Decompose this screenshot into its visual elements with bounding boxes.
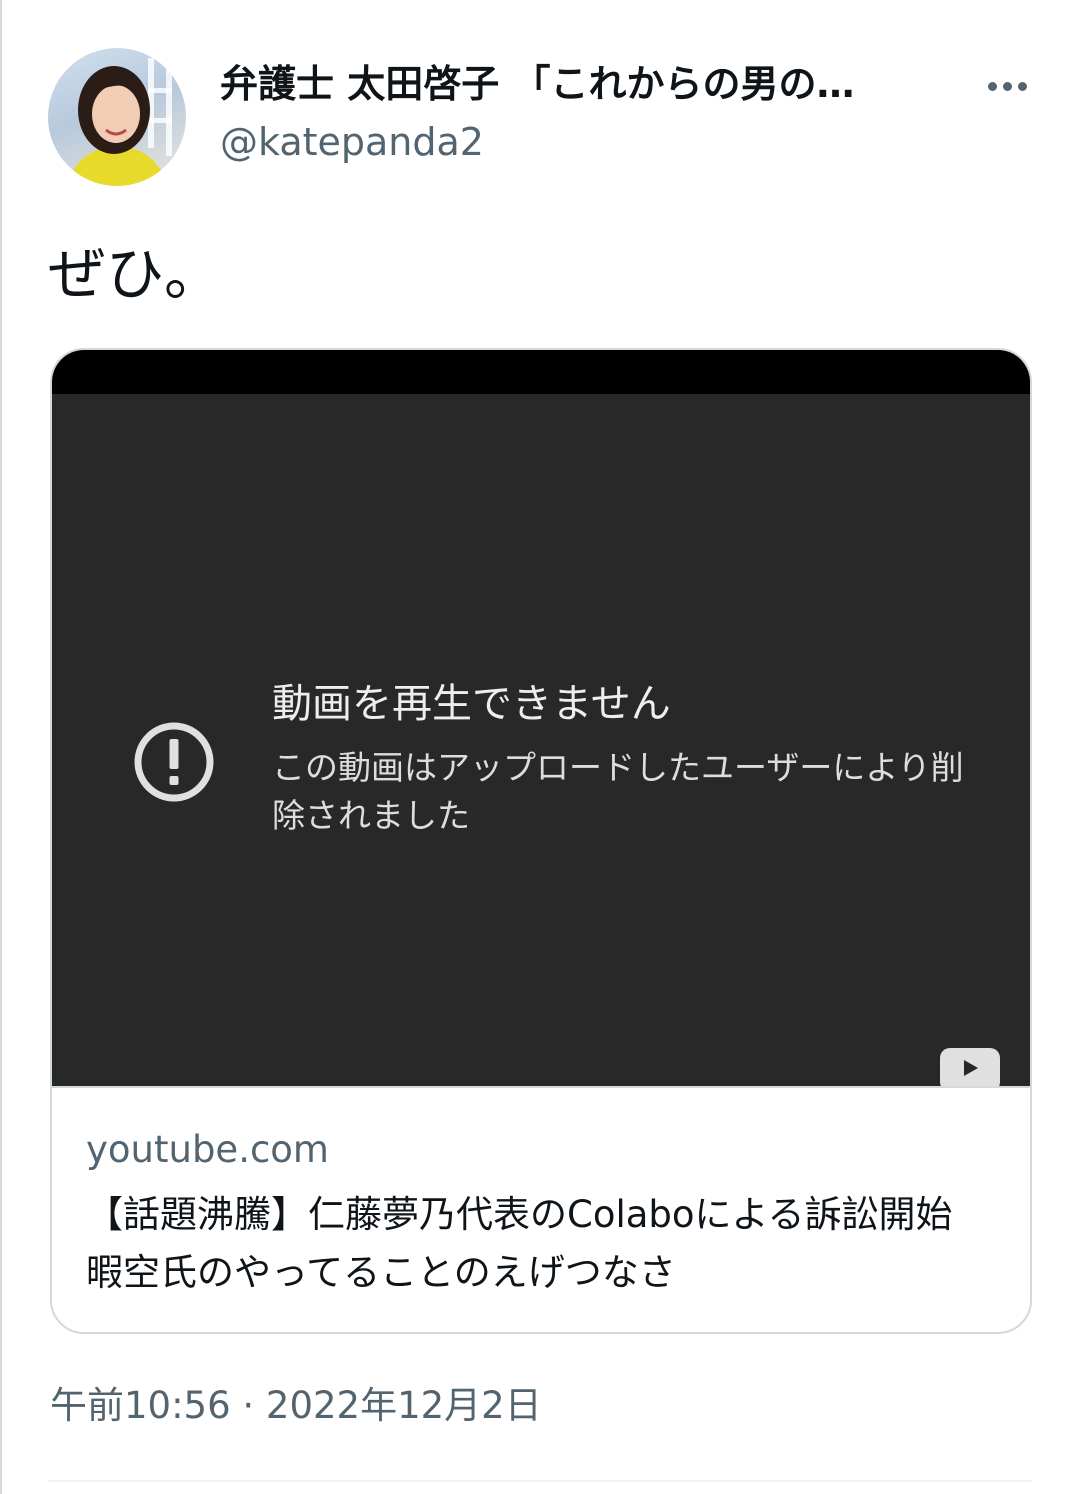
video-error-message: この動画はアップロードしたユーザーにより削除されました (272, 748, 964, 835)
more-icon (1002, 81, 1012, 91)
error-circle-icon (134, 722, 214, 802)
card-domain: youtube.com (86, 1128, 329, 1171)
tweet-timestamp[interactable]: 午前10:56 · 2022年12月2日 (50, 1380, 542, 1432)
more-icon (1017, 81, 1027, 91)
divider (48, 1480, 1032, 1482)
youtube-play-icon[interactable] (940, 1048, 1000, 1086)
more-icon (987, 81, 997, 91)
link-card[interactable]: 動画を再生できません この動画はアップロードしたユーザーにより削除されました y… (50, 348, 1032, 1334)
author-display-name[interactable]: 弁護士 太田啓子 「これからの男の… (220, 60, 910, 108)
video-player[interactable]: 動画を再生できません この動画はアップロードしたユーザーにより削除されました (52, 394, 1030, 1086)
more-options-button[interactable] (975, 60, 1039, 112)
video-top-bar (52, 350, 1030, 394)
card-title: 【話題沸騰】仁藤夢乃代表のColaboによる訴訟開始 暇空氏のやってることのえげ… (86, 1193, 990, 1294)
tweet-text: ぜひ。 (48, 240, 223, 308)
avatar-photo (66, 58, 172, 186)
card-meta[interactable]: youtube.com 【話題沸騰】仁藤夢乃代表のColaboによる訴訟開始 暇… (52, 1086, 1030, 1332)
author-handle[interactable]: @katepanda2 (220, 118, 484, 166)
avatar[interactable] (48, 48, 186, 186)
video-error-title: 動画を再生できません (272, 681, 671, 727)
left-edge-line (0, 0, 2, 1494)
